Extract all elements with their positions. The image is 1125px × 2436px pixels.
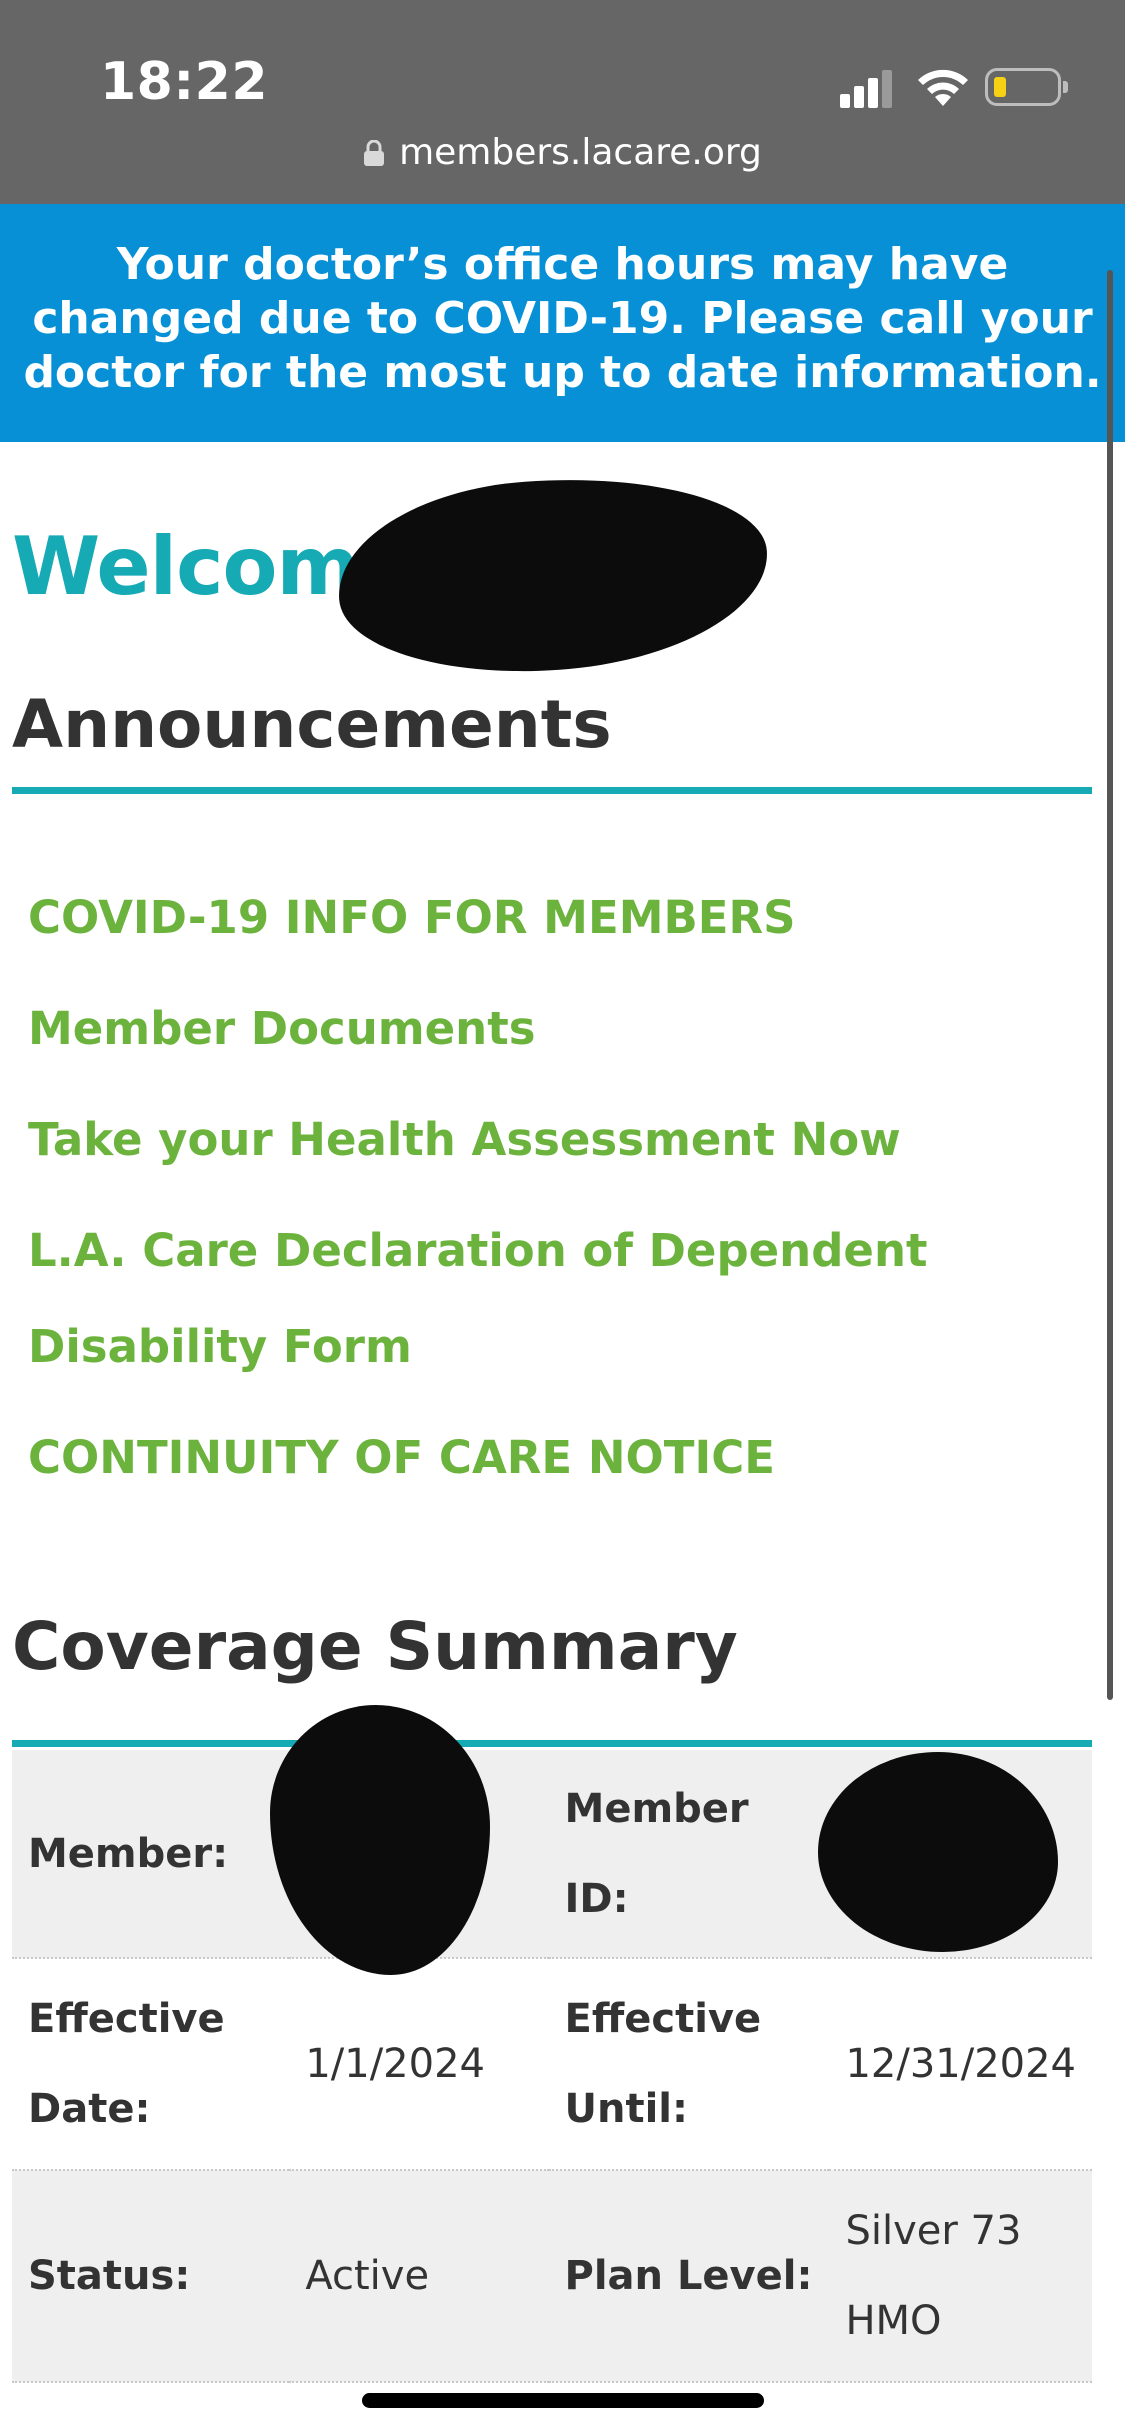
page-scrollbar[interactable] [1107,270,1113,1700]
effective-until-value: 12/31/2024 [845,2041,1076,2087]
redacted-name [331,465,775,685]
effective-date-value: 1/1/2024 [305,2041,485,2087]
effective-until-label: Effective Until: [564,1996,762,2132]
member-label: Member: [28,1830,229,1877]
plan-level-value: Silver 73 HMO [845,2208,1022,2344]
announcement-link-disability-form[interactable]: L.A. Care Declaration of Dependent Disab… [28,1203,1088,1395]
coverage-summary-heading: Coverage Summary [12,1608,738,1685]
effective-date-label: Effective Date: [28,1996,225,2132]
covid-notice-banner: Your doctor’s office hours may have chan… [0,204,1125,442]
status-label: Status: [28,2253,191,2299]
member-id-label: Member ID: [564,1785,749,1922]
announcement-link-member-documents[interactable]: Member Documents [28,981,1088,1077]
announcement-link-health-assessment[interactable]: Take your Health Assessment Now [28,1092,1088,1188]
coverage-row-status: Status: Active Plan Level: Silver 73 HMO [12,2170,1092,2382]
cellular-signal-icon [840,66,896,108]
announcements-divider [12,787,1092,794]
battery-icon [985,68,1068,106]
announcements-heading: Announcements [12,686,612,763]
url-bar[interactable]: members.lacare.org [0,132,1125,173]
status-value: Active [305,2253,430,2299]
announcement-link-continuity-of-care[interactable]: CONTINUITY OF CARE NOTICE [28,1410,1088,1506]
wifi-icon [918,69,968,106]
home-indicator[interactable] [362,2393,764,2408]
coverage-divider [12,1740,1092,1747]
coverage-row-effective: Effective Date: 1/1/2024 Effective Until… [12,1958,1092,2170]
url-text: members.lacare.org [399,132,762,173]
clock: 18:22 [100,52,269,112]
lock-icon [364,140,385,166]
announcements-list: COVID-19 INFO FOR MEMBERS Member Documen… [28,870,1088,1521]
browser-status-bar: 18:22 members.lacare.org [0,0,1125,204]
announcement-link-covid-info[interactable]: COVID-19 INFO FOR MEMBERS [28,870,1088,966]
plan-level-label: Plan Level: [564,2253,813,2299]
